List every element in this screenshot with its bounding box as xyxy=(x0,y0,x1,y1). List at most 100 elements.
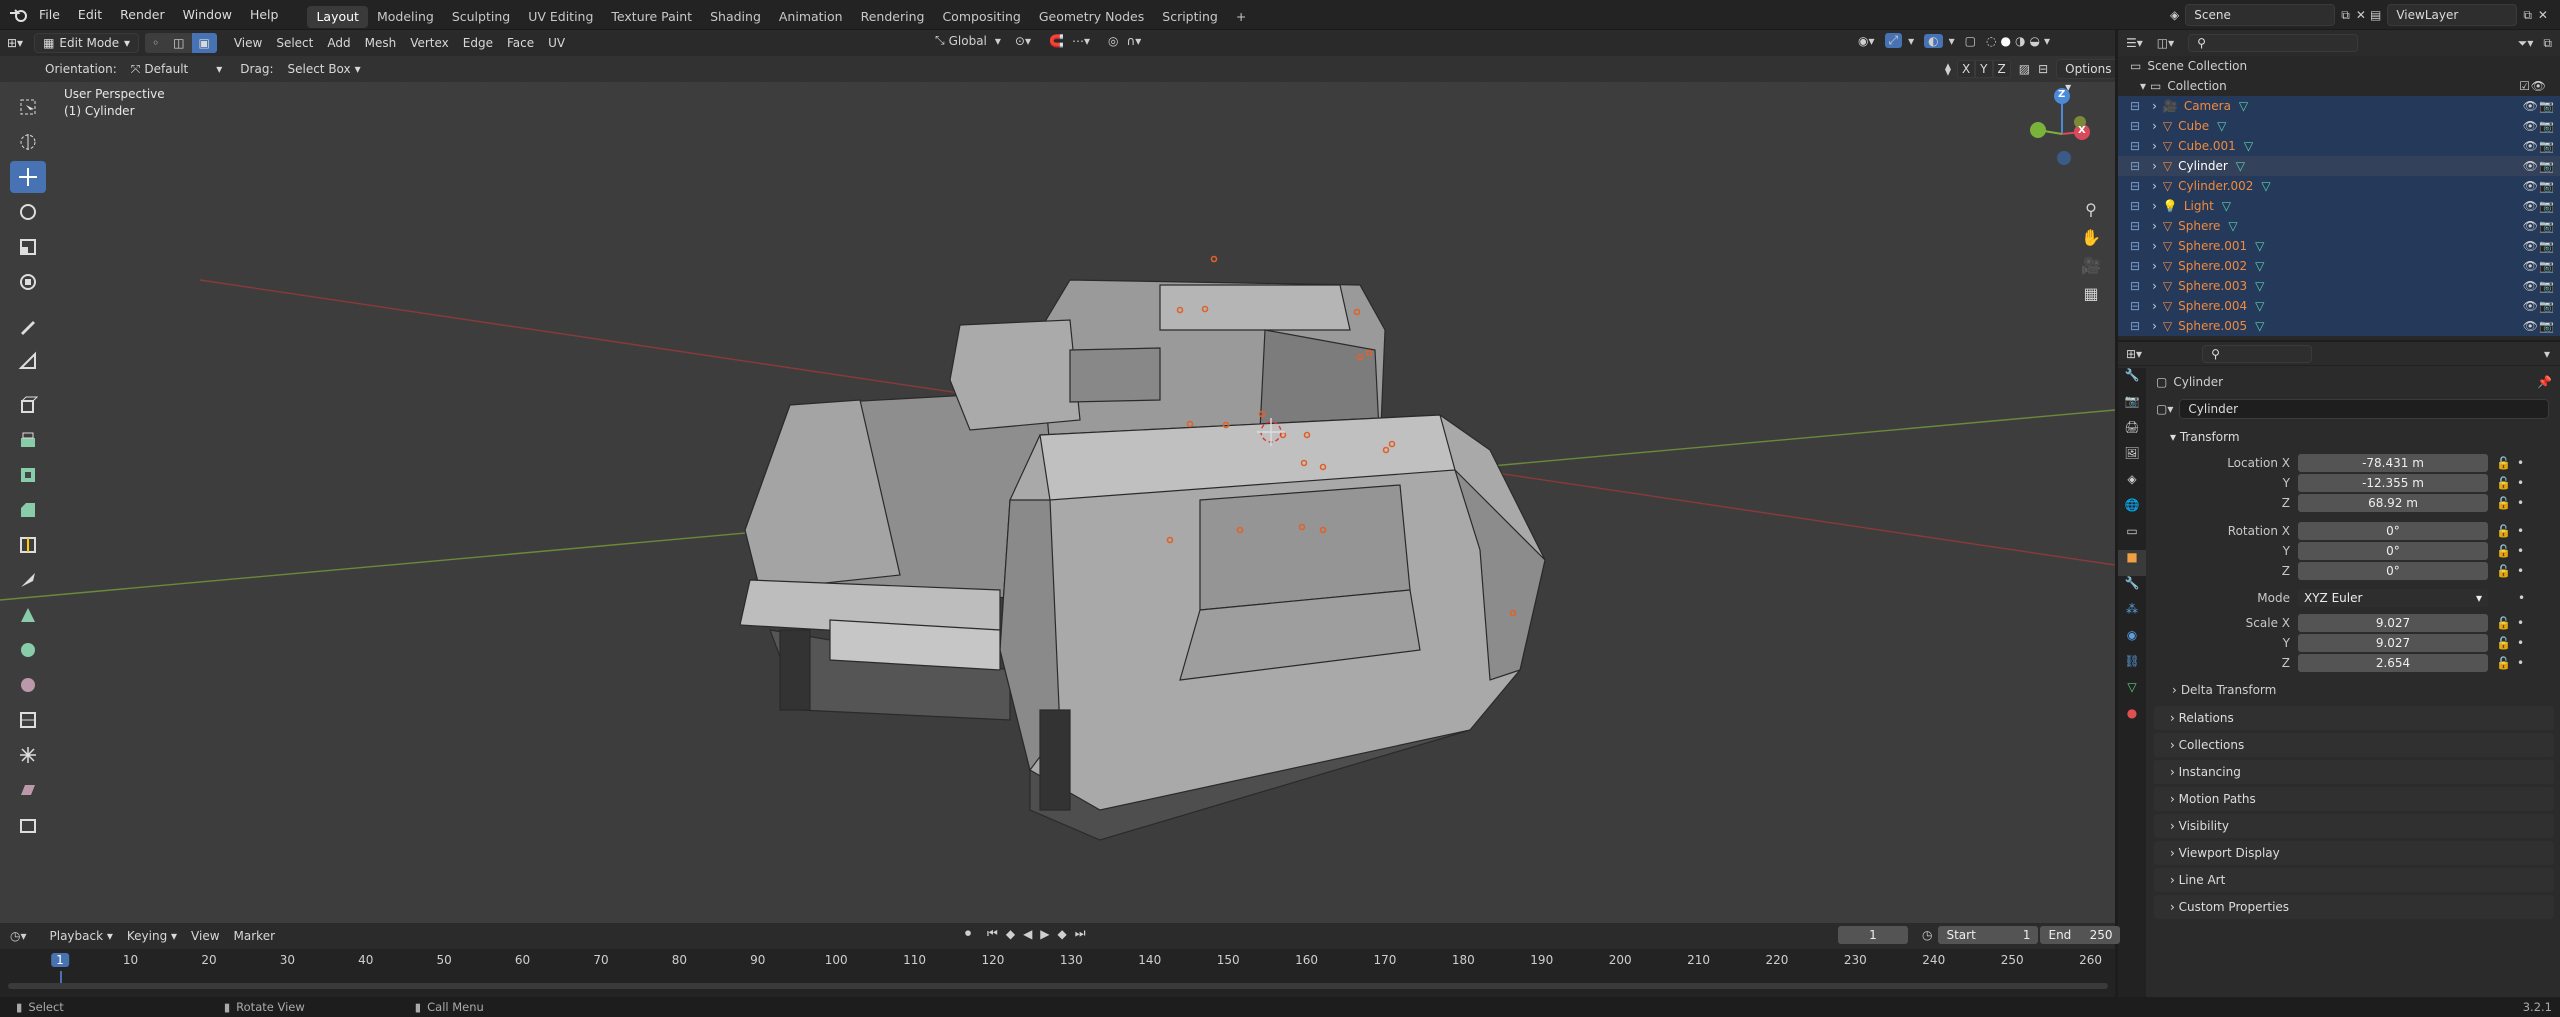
annotate-tool-icon[interactable] xyxy=(10,310,46,342)
tab-geometry-nodes[interactable]: Geometry Nodes xyxy=(1030,6,1153,28)
location-y-input[interactable]: -12.355 m xyxy=(2298,474,2488,492)
camera-render-icon[interactable]: 📷 xyxy=(2539,276,2554,296)
eye-icon[interactable]: 👁 xyxy=(2523,256,2538,276)
shrink-fatten-tool-icon[interactable] xyxy=(10,739,46,771)
eye-icon[interactable]: 👁 xyxy=(2523,316,2538,336)
keyframe-dot-icon[interactable]: • xyxy=(2517,476,2524,490)
keyframe-dot-icon[interactable]: • xyxy=(2517,636,2524,650)
expand-arrow-icon[interactable]: › xyxy=(2152,236,2157,256)
edit-mode-toggle-icon[interactable]: ⊟ xyxy=(2130,176,2140,196)
edit-mode-toggle-icon[interactable]: ⊟ xyxy=(2130,256,2140,276)
menu-window[interactable]: Window xyxy=(174,0,241,30)
rip-region-tool-icon[interactable] xyxy=(10,809,46,841)
edit-mode-toggle-icon[interactable]: ⊟ xyxy=(2130,236,2140,256)
eye-icon[interactable]: 👁 xyxy=(2523,156,2538,176)
pin-icon[interactable]: 📌 xyxy=(2537,375,2552,389)
lock-icon[interactable]: 🔓 xyxy=(2496,564,2511,578)
tab-animation[interactable]: Animation xyxy=(770,6,852,28)
expand-arrow-icon[interactable]: › xyxy=(2152,316,2157,336)
tab-shading[interactable]: Shading xyxy=(701,6,770,28)
panel-visibility[interactable]: › Visibility xyxy=(2154,814,2554,838)
orientation-dropdown[interactable]: ⤧ Default ▾ xyxy=(124,59,230,79)
lock-icon[interactable]: 🔓 xyxy=(2496,456,2511,470)
new-collection-icon[interactable]: ⧉ xyxy=(2543,36,2552,51)
lock-icon[interactable]: 🔓 xyxy=(2496,656,2511,670)
display-mode-icon[interactable]: ◫▾ xyxy=(2157,36,2174,50)
view-layer-tab-icon[interactable]: 🖼 xyxy=(2118,446,2146,472)
edit-mode-toggle-icon[interactable]: ⊟ xyxy=(2130,96,2140,116)
smooth-tool-icon[interactable] xyxy=(10,669,46,701)
outliner-item[interactable]: ⊟ › ▽ Sphere.001 ▽ 👁 📷 xyxy=(2118,236,2560,256)
edit-mode-toggle-icon[interactable]: ⊟ xyxy=(2130,296,2140,316)
outliner-item[interactable]: ⊟ › ▽ Cube.001 ▽ 👁 📷 xyxy=(2118,136,2560,156)
visibility-icon[interactable]: ◉▾ xyxy=(1858,34,1875,48)
keyframe-dot-icon[interactable]: • xyxy=(2517,656,2524,670)
next-keyframe-icon[interactable]: ◆ xyxy=(1058,927,1067,941)
tab-scripting[interactable]: Scripting xyxy=(1153,6,1227,28)
menu-vertex[interactable]: Vertex xyxy=(403,33,456,53)
panel-motion-paths[interactable]: › Motion Paths xyxy=(2154,787,2554,811)
play-icon[interactable]: ▶ xyxy=(1040,927,1049,941)
expand-arrow-icon[interactable]: › xyxy=(2152,296,2157,316)
delta-transform-subpanel[interactable]: › Delta Transform xyxy=(2148,677,2560,703)
location-z-input[interactable]: 68.92 m xyxy=(2298,494,2488,512)
properties-editor-icon[interactable]: ⊞▾ xyxy=(2126,347,2142,361)
3d-viewport[interactable]: ⊞▾ ▦ Edit Mode ▾ ◦ ◫ ▣ View Select Add M… xyxy=(0,30,2115,923)
scene-collection-row[interactable]: ▭ Scene Collection xyxy=(2118,56,2560,76)
transform-panel-header[interactable]: ▾ Transform xyxy=(2154,425,2554,449)
outliner-item[interactable]: ⊟ › ▽ Sphere.003 ▽ 👁 📷 xyxy=(2118,276,2560,296)
playhead[interactable] xyxy=(60,971,62,983)
panel-viewport-display[interactable]: › Viewport Display xyxy=(2154,841,2554,865)
render-tab-icon[interactable]: 📷 xyxy=(2118,394,2146,420)
camera-render-icon[interactable]: 📷 xyxy=(2539,316,2554,336)
camera-render-icon[interactable]: 📷 xyxy=(2539,296,2554,316)
expand-arrow-icon[interactable]: › xyxy=(2152,96,2157,116)
outliner-search-input[interactable]: ⚲ xyxy=(2188,34,2359,52)
scale-y-input[interactable]: 9.027 xyxy=(2298,634,2488,652)
expand-arrow-icon[interactable]: › xyxy=(2152,256,2157,276)
scale-x-input[interactable]: 9.027 xyxy=(2298,614,2488,632)
jump-start-icon[interactable]: ⏮ xyxy=(987,926,998,941)
lock-icon[interactable]: 🔓 xyxy=(2496,476,2511,490)
new-viewlayer-icon[interactable]: ⧉ xyxy=(2523,8,2532,23)
constraints-tab-icon[interactable]: ⛓ xyxy=(2118,654,2146,680)
outliner-item[interactable]: ⊟ › ▽ Cylinder ▽ 👁 📷 xyxy=(2118,156,2560,176)
edit-mode-toggle-icon[interactable]: ⊟ xyxy=(2130,216,2140,236)
menu-keying[interactable]: Keying ▾ xyxy=(120,926,184,946)
xray-icon[interactable]: ▢ xyxy=(1965,34,1976,48)
delete-viewlayer-icon[interactable]: ✕ xyxy=(2538,8,2548,22)
keyframe-dot-icon[interactable]: • xyxy=(2517,564,2524,578)
loop-cut-tool-icon[interactable] xyxy=(10,529,46,561)
eye-icon[interactable]: 👁 xyxy=(2523,236,2538,256)
expand-arrow-icon[interactable]: › xyxy=(2152,216,2157,236)
menu-marker[interactable]: Marker xyxy=(227,926,282,946)
mode-dropdown[interactable]: ▦ Edit Mode ▾ xyxy=(34,33,140,53)
stopwatch-icon[interactable]: ◷ xyxy=(1922,928,1932,942)
eye-icon[interactable]: 👁 xyxy=(2523,136,2538,156)
panel-instancing[interactable]: › Instancing xyxy=(2154,760,2554,784)
scene-tab-icon[interactable]: ◈ xyxy=(2118,472,2146,498)
rendered-shading-icon[interactable]: ◒ xyxy=(2029,34,2039,48)
snap-options-icon[interactable]: ⋯▾ xyxy=(1072,34,1090,48)
mirror-x-toggle[interactable]: X xyxy=(1956,60,1976,78)
material-tab-icon[interactable]: ● xyxy=(2118,706,2146,732)
eye-icon[interactable]: 👁 xyxy=(2531,76,2546,96)
panel-custom-properties[interactable]: › Custom Properties xyxy=(2154,895,2554,919)
edge-slide-tool-icon[interactable] xyxy=(10,704,46,736)
expand-arrow-icon[interactable]: › xyxy=(2152,136,2157,156)
mirror-z-toggle[interactable]: Z xyxy=(1992,60,2011,78)
vertex-select-icon[interactable]: ◦ xyxy=(145,33,167,53)
tab-rendering[interactable]: Rendering xyxy=(852,6,934,28)
scene-selector[interactable]: ◈ Scene ⧉ ✕ xyxy=(2170,4,2366,26)
edit-mode-toggle-icon[interactable]: ⊟ xyxy=(2130,276,2140,296)
edit-mode-toggle-icon[interactable]: ⊟ xyxy=(2130,136,2140,156)
output-tab-icon[interactable]: 🖨 xyxy=(2118,420,2146,446)
proportional-edit-icon[interactable]: ◎ xyxy=(1108,34,1118,48)
particles-tab-icon[interactable]: ⁂ xyxy=(2118,602,2146,628)
perspective-toggle-icon[interactable]: ▦ xyxy=(2076,284,2106,312)
timeline-editor-icon[interactable]: ◷▾ xyxy=(10,929,27,943)
eye-icon[interactable]: 👁 xyxy=(2523,116,2538,136)
edit-mode-toggle-icon[interactable]: ⊟ xyxy=(2130,116,2140,136)
add-cube-tool-icon[interactable] xyxy=(10,389,46,421)
face-select-icon[interactable]: ▣ xyxy=(191,33,217,53)
